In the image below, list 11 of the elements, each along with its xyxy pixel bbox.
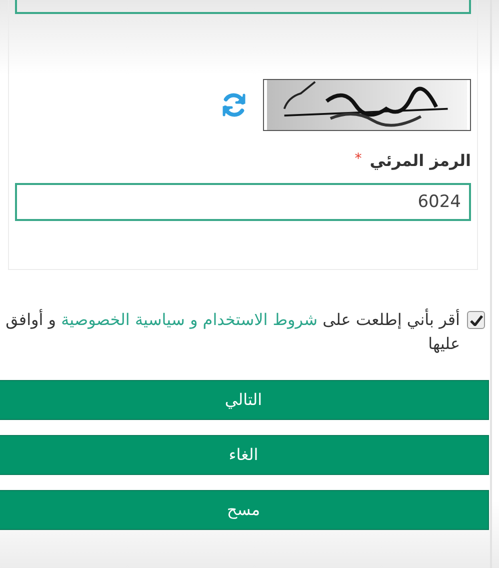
- checkmark-icon: [470, 314, 482, 326]
- action-button[interactable]: مسح: [0, 490, 489, 530]
- terms-link[interactable]: شروط الاستخدام و سياسية الخصوصية: [61, 310, 318, 329]
- required-mark: *: [354, 150, 362, 169]
- checkbox[interactable]: [467, 311, 485, 329]
- captcha-input[interactable]: 6024: [15, 183, 471, 221]
- action-button[interactable]: التالي: [0, 380, 489, 420]
- action-button[interactable]: الغاء: [0, 435, 489, 475]
- input-field[interactable]: [15, 0, 471, 14]
- agreement-text: أقر بأني إطلعت على شروط الاستخدام و سياسية الخصوصية و أوافق عليها: [4, 308, 460, 355]
- field-label: الرمز المرئي: [370, 150, 471, 172]
